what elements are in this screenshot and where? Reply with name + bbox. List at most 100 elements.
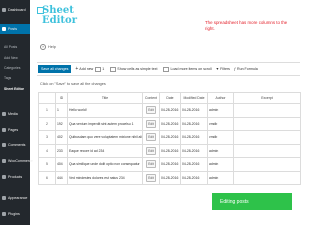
help-label: Help — [48, 45, 56, 49]
column-header[interactable]: Date — [159, 92, 181, 104]
toolbar: Save all changes + Add new 1 Show cells … — [37, 62, 300, 76]
cell-content[interactable]: Edit — [142, 157, 160, 172]
cell-author[interactable]: admin — [207, 170, 234, 185]
cell-modified-date[interactable]: 04-28-2016 — [180, 143, 208, 158]
cell-author[interactable]: vmdb — [207, 116, 234, 131]
cell-date[interactable]: 04-28-2016 — [159, 170, 181, 185]
filters-button[interactable]: ▼ Filters — [216, 67, 230, 71]
annotation-note: The spreadsheet has more columns to the … — [205, 20, 288, 31]
sidebar-subitem-all-posts[interactable]: All Posts — [4, 45, 17, 49]
column-header[interactable]: Modified Date — [180, 92, 208, 104]
cell-id[interactable]: 1 — [55, 103, 68, 118]
sidebar-item-plugins[interactable]: Plugins — [0, 209, 30, 219]
add-new-button[interactable]: + Add new 1 — [75, 66, 104, 72]
cell-title[interactable]: Eaque recore id ad 234 — [67, 143, 143, 158]
sidebar-item-products[interactable]: Products — [0, 172, 30, 182]
table-header-row: ID Title Content Date Modified Date Auth… — [38, 92, 301, 104]
table-row: 2 192 Qua venium imperdit sint autem pro… — [38, 116, 301, 131]
edit-content-button[interactable]: Edit — [145, 119, 157, 128]
cell-content[interactable]: Edit — [142, 170, 160, 185]
sidebar-subitem-tags[interactable]: Tags — [4, 76, 11, 80]
cell-content[interactable]: Edit — [142, 116, 160, 131]
cell-id[interactable]: 444 — [55, 170, 68, 185]
cell-id[interactable]: 404 — [55, 157, 68, 172]
edit-content-button[interactable]: Edit — [145, 173, 157, 182]
cell-date[interactable]: 04-28-2016 — [159, 103, 181, 118]
cell-id[interactable]: 233 — [55, 143, 68, 158]
cell-date[interactable]: 04-28-2016 — [159, 116, 181, 131]
add-new-count: 1 — [102, 67, 105, 71]
cell-id[interactable]: 192 — [55, 116, 68, 131]
sidebar-item-woocommerce[interactable]: WooCommerce — [0, 156, 33, 166]
cell-date[interactable]: 04-28-2016 — [159, 157, 181, 172]
cell-author[interactable]: vmdb — [207, 130, 234, 145]
sidebar-item-comments[interactable]: Comments — [0, 140, 30, 150]
cell-author[interactable]: admin — [207, 143, 234, 158]
admin-sidebar: Dashboard Posts All Posts Add New Catego… — [0, 0, 33, 225]
cell-id[interactable]: 402 — [55, 130, 68, 145]
sidebar-subitem-categories[interactable]: Categories — [4, 66, 20, 70]
sidebar-item-pages[interactable]: Pages — [0, 125, 30, 135]
cell-excerpt[interactable] — [233, 130, 301, 145]
cell-content[interactable]: Edit — [142, 143, 160, 158]
edit-content-button[interactable]: Edit — [145, 133, 157, 142]
cell-title[interactable]: Quibusdam quo vere voluptatem mixione ni… — [67, 130, 143, 145]
sidebar-item-dashboard[interactable]: Dashboard — [0, 5, 30, 15]
cell-content[interactable]: Edit — [142, 103, 160, 118]
add-new-count-field[interactable] — [94, 66, 101, 72]
sidebar-subitem-sheet-editor[interactable]: Sheet Editor — [4, 87, 24, 91]
sidebar-item-label: Media — [8, 112, 18, 116]
cell-title[interactable]: Ved mindestes dolores est natus 234 — [67, 170, 143, 185]
sidebar-item-appearance[interactable]: Appearance — [0, 193, 30, 203]
save-label: Save all changes — [41, 67, 69, 71]
cell-excerpt[interactable] — [233, 170, 301, 185]
sidebar-item-label: Posts — [8, 27, 17, 31]
cell-content[interactable]: Edit — [142, 130, 160, 145]
show-simple-label: Show cells as simple text — [117, 67, 158, 71]
cell-title[interactable]: Hello world! — [67, 103, 143, 118]
cell-excerpt[interactable] — [233, 103, 301, 118]
row-number: 3 — [38, 130, 56, 145]
cell-modified-date[interactable]: 04-28-2016 — [180, 157, 208, 172]
column-header[interactable]: Author — [207, 92, 234, 104]
plus-icon: + — [75, 66, 79, 72]
cell-modified-date[interactable]: 04-28-2016 — [180, 103, 208, 118]
checkbox[interactable] — [162, 66, 169, 72]
cell-author[interactable]: admin — [207, 103, 234, 118]
row-number: 2 — [38, 116, 56, 131]
cell-modified-date[interactable]: 04-28-2016 — [180, 170, 208, 185]
cell-modified-date[interactable]: 04-28-2016 — [180, 116, 208, 131]
cell-excerpt[interactable] — [233, 116, 301, 131]
column-header[interactable]: Excerpt — [233, 92, 301, 104]
run-formula-button[interactable]: ƒ Run Formula — [234, 67, 258, 71]
media-icon — [2, 112, 6, 116]
posts-icon — [2, 27, 6, 31]
comments-icon — [2, 143, 6, 147]
help-link[interactable]: ? Help — [40, 44, 56, 50]
editing-posts-notification: Editing posts — [212, 193, 292, 210]
edit-content-button[interactable]: Edit — [145, 146, 157, 155]
sidebar-subitem-add-new[interactable]: Add New — [4, 56, 18, 60]
cell-excerpt[interactable] — [233, 157, 301, 172]
column-header[interactable]: Content — [142, 92, 160, 104]
cell-title[interactable]: Qua similique unde dolit optio non conse… — [67, 157, 143, 172]
show-simple-text-toggle[interactable]: Show cells as simple text — [108, 66, 158, 72]
checkbox[interactable] — [109, 66, 116, 72]
edit-content-button[interactable]: Edit — [145, 160, 157, 169]
cell-title[interactable]: Qua venium imperdit sint autem procelsu … — [67, 116, 143, 131]
edit-content-button[interactable]: Edit — [145, 106, 157, 115]
cell-date[interactable]: 04-28-2016 — [159, 143, 181, 158]
sidebar-item-media[interactable]: Media — [0, 109, 30, 119]
cell-author[interactable]: admin — [207, 157, 234, 172]
table-row: 3 402 Quibusdam quo vere voluptatem mixi… — [38, 130, 301, 145]
table-row: 5 404 Qua similique unde dolit optio non… — [38, 157, 301, 172]
load-more-toggle[interactable]: Load more items on scroll — [161, 66, 212, 72]
sidebar-item-posts[interactable]: Posts — [0, 24, 30, 34]
cell-excerpt[interactable] — [233, 143, 301, 158]
cell-date[interactable]: 04-28-2016 — [159, 130, 181, 145]
column-header[interactable]: ID — [55, 92, 68, 104]
column-header — [38, 92, 56, 104]
cell-modified-date[interactable]: 04-28-2016 — [180, 130, 208, 145]
save-all-changes-button[interactable]: Save all changes — [38, 65, 72, 73]
column-header[interactable]: Title — [67, 92, 143, 104]
